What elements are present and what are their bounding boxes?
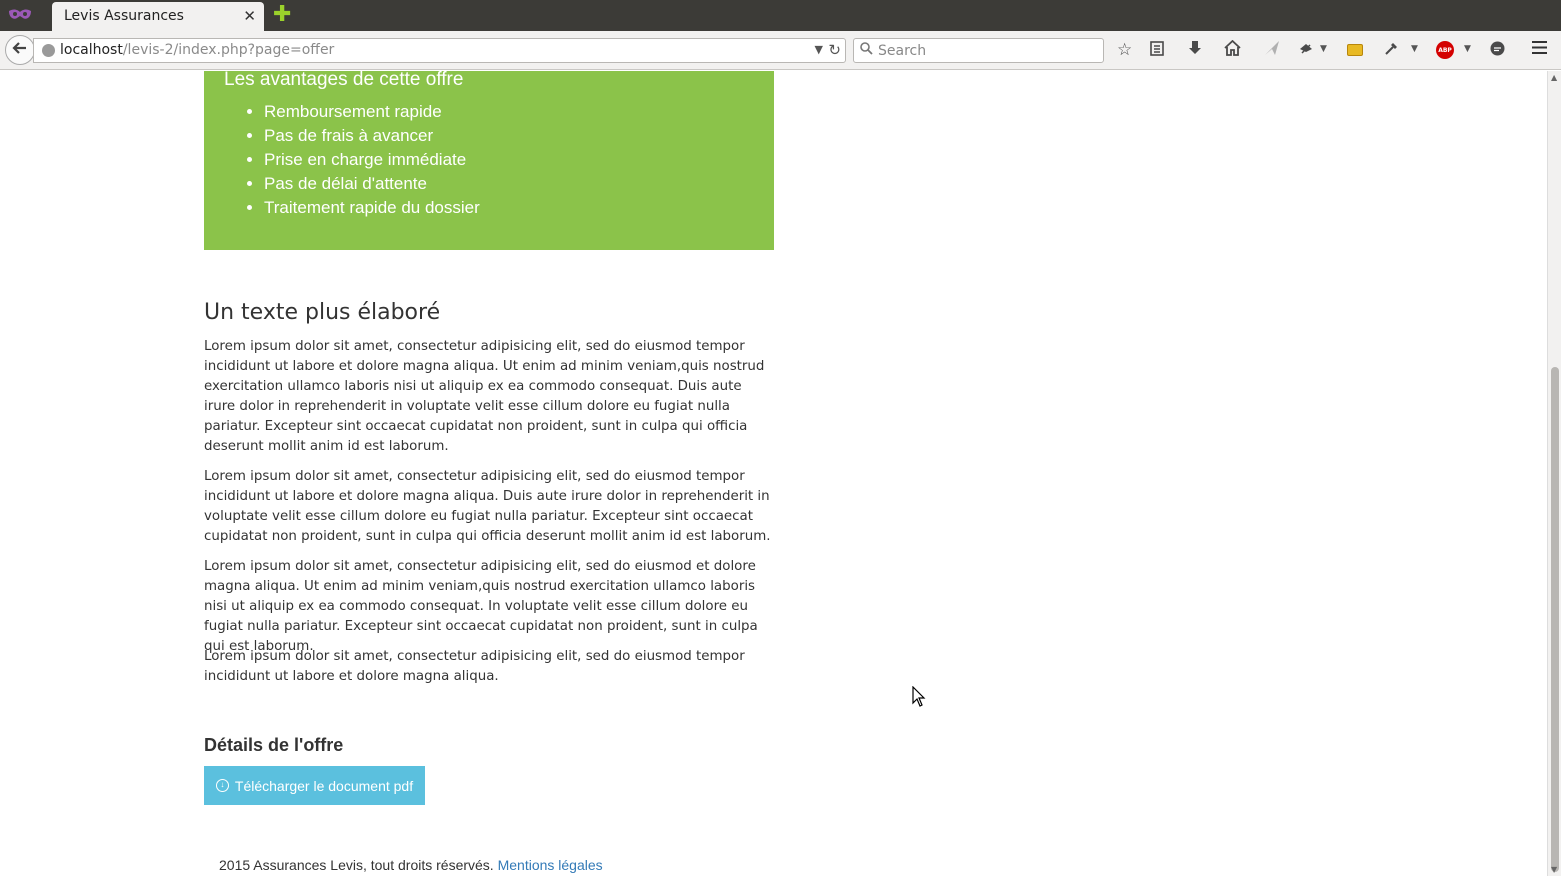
arrow-left-icon [12,40,28,60]
scroll-up-arrow-icon[interactable]: ▲ [1551,73,1557,82]
back-button[interactable] [5,35,35,65]
search-input[interactable] [878,41,1098,61]
paragraph: Lorem ipsum dolor sit amet, consectetur … [204,339,765,454]
paragraph: Lorem ipsum dolor sit amet, consectetur … [204,559,758,654]
advantages-title: Les avantages de cette offre [224,71,464,90]
footer-text: 2015 Assurances Levis, tout droits réser… [219,857,494,873]
home-icon[interactable] [1224,39,1241,61]
chat-bubble-icon[interactable] [1489,40,1506,62]
footer: 2015 Assurances Levis, tout droits réser… [219,857,603,873]
history-dropdown-icon[interactable]: ▼ [815,43,823,56]
scrollbar-thumb[interactable] [1551,367,1559,872]
feed-icon[interactable] [1347,44,1363,56]
star-icon[interactable]: ☆ [1117,40,1132,60]
eyedropper-icon[interactable] [1384,40,1400,61]
globe-icon [42,44,55,57]
close-tab-icon[interactable]: ✕ [243,7,256,25]
reading-list-icon[interactable] [1149,40,1165,61]
tab-levis-assurances[interactable]: Levis Assurances ✕ [52,2,264,31]
list-item: Pas de frais à avancer [264,124,480,148]
tab-title: Levis Assurances [64,8,184,24]
chevron-down-icon[interactable]: ▼ [1320,44,1327,54]
download-circle-icon: ↓ [215,779,229,792]
url-host: localhost [60,42,123,58]
list-item: Traitement rapide du dossier [264,196,480,220]
mouse-cursor-icon [912,685,926,712]
details-title: Détails de l'offre [204,735,344,755]
legal-notice-link[interactable]: Mentions légales [498,857,603,873]
advantages-list: Remboursement rapide Pas de frais à avan… [264,100,480,220]
new-tab-plus-icon[interactable]: ✚ [273,4,291,26]
search-bar[interactable] [853,38,1104,63]
send-arrow-icon[interactable] [1264,40,1280,61]
reload-icon[interactable]: ↻ [828,41,841,59]
page-content: Les avantages de cette offre Rembourseme… [0,71,1547,876]
section-title: Un texte plus élaboré [204,300,441,325]
list-item: Prise en charge immédiate [264,148,480,172]
extension-bug-icon[interactable] [1298,40,1314,61]
download-pdf-button[interactable]: ↓ Télécharger le document pdf [204,766,425,805]
advantages-panel: Les avantages de cette offre Rembourseme… [204,71,774,250]
chevron-down-icon[interactable]: ▼ [1464,44,1471,54]
list-item: Pas de délai d'attente [264,172,480,196]
download-arrow-icon[interactable] [1187,40,1203,61]
vertical-scrollbar[interactable]: ▲ ▼ [1547,71,1561,876]
browser-titlebar: Levis Assurances ✕ ✚ [0,0,1561,31]
paragraph: Lorem ipsum dolor sit amet, consectetur … [204,469,771,544]
download-pdf-label: Télécharger le document pdf [234,777,414,794]
scroll-down-arrow-icon[interactable]: ▼ [1551,865,1557,874]
browser-navbar: localhost/levis-2/index.php?page=offer ▼… [0,31,1561,70]
chevron-down-icon[interactable]: ▼ [1411,44,1418,54]
url-text[interactable]: localhost/levis-2/index.php?page=offer [60,42,334,58]
adblock-plus-icon[interactable]: ABP [1436,41,1454,59]
paragraph: Lorem ipsum dolor sit amet, consectetur … [204,649,745,684]
private-browsing-mask-icon [6,5,34,25]
search-icon [860,42,873,59]
hamburger-menu-icon[interactable] [1531,40,1548,60]
url-bar[interactable]: localhost/levis-2/index.php?page=offer ▼… [33,38,846,63]
list-item: Remboursement rapide [264,100,480,124]
url-path: /levis-2/index.php?page=offer [122,42,335,58]
